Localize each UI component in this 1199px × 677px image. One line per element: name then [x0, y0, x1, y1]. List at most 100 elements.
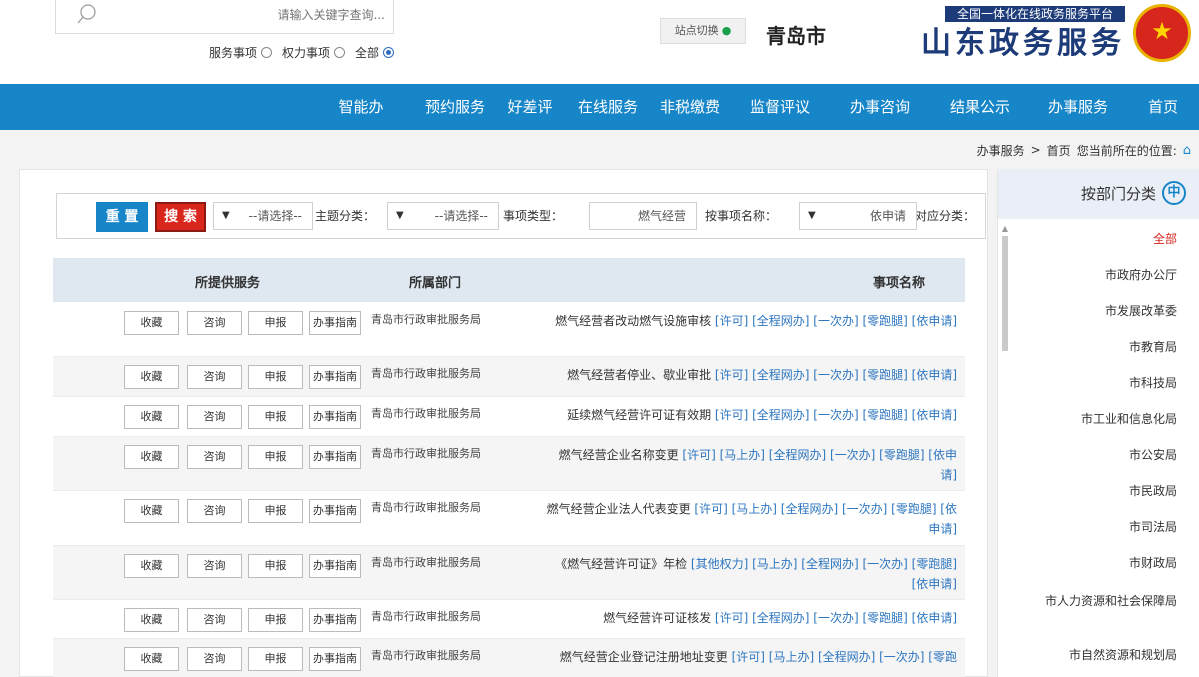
item-name-input[interactable]: 燃气经营: [589, 202, 697, 230]
apply-button[interactable]: 申报: [248, 608, 303, 632]
sidebar-department-item[interactable]: 市司法局: [1017, 519, 1177, 536]
item-title: 延续燃气经营许可证有效期: [567, 408, 712, 422]
favorite-button[interactable]: 收藏: [124, 554, 179, 578]
breadcrumb-current[interactable]: 办事服务: [977, 142, 1025, 159]
favorite-button[interactable]: 收藏: [124, 311, 179, 335]
favorite-button[interactable]: 收藏: [124, 445, 179, 469]
item-department: 青岛市行政审批服务局: [371, 313, 481, 326]
nav-online[interactable]: 在线服务: [570, 84, 646, 130]
theme-label: 主题分类：: [315, 209, 376, 223]
apply-button[interactable]: 申报: [248, 405, 303, 429]
radio-dot[interactable]: [383, 46, 394, 58]
breadcrumb-home[interactable]: 首页: [1047, 142, 1071, 159]
item-tags: [其他权力] [马上办] [全程网办] [一次办] [零跑腿] [依申请]: [690, 557, 957, 591]
favorite-button[interactable]: 收藏: [124, 608, 179, 632]
item-tags: [许可] [马上办] [全程网办] [一次办] [零跑: [731, 650, 957, 664]
guide-button[interactable]: 办事指南: [309, 647, 361, 671]
favorite-button[interactable]: 收藏: [124, 405, 179, 429]
guide-button[interactable]: 办事指南: [309, 608, 361, 632]
sidebar-department-item[interactable]: 市科技局: [1017, 375, 1177, 392]
consult-button[interactable]: 咨询: [187, 499, 242, 523]
category-value: 依申请: [869, 209, 906, 223]
item-name-link[interactable]: 《燃气经营许可证》年检 [其他权力] [马上办] [全程网办] [一次办] [零…: [542, 554, 957, 594]
sidebar-department-item[interactable]: 市政府办公厅: [1017, 267, 1177, 284]
radio-dot[interactable]: [333, 46, 345, 58]
sidebar-department-item[interactable]: 市自然资源和规划局: [1017, 647, 1177, 664]
apply-button[interactable]: 申报: [248, 647, 303, 671]
guide-button[interactable]: 办事指南: [309, 365, 361, 389]
apply-button[interactable]: 申报: [248, 311, 303, 335]
favorite-button[interactable]: 收藏: [124, 499, 179, 523]
item-type-select[interactable]: ▼ --请选择--: [387, 202, 499, 230]
nav-appointment[interactable]: 预约服务: [415, 84, 495, 130]
item-department: 青岛市行政审批服务局: [371, 649, 481, 662]
scroll-up-icon[interactable]: ▲: [1000, 224, 1010, 234]
nav-fees[interactable]: 非税缴费: [652, 84, 728, 130]
consult-button[interactable]: 咨询: [187, 311, 242, 335]
nav-supervise[interactable]: 监督评议: [742, 84, 818, 130]
item-name-link[interactable]: 燃气经营企业登记注册地址变更 [许可] [马上办] [全程网办] [一次办] […: [542, 647, 957, 667]
apply-button[interactable]: 申报: [248, 445, 303, 469]
item-department: 青岛市行政审批服务局: [371, 447, 481, 460]
guide-button[interactable]: 办事指南: [309, 311, 361, 335]
guide-button[interactable]: 办事指南: [309, 445, 361, 469]
item-name-link[interactable]: 燃气经营者停业、歇业审批 [许可] [全程网办] [一次办] [零跑腿] [依申…: [542, 365, 957, 385]
consult-button[interactable]: 咨询: [187, 445, 242, 469]
site-switch-button[interactable]: 站点切换 ●: [660, 18, 746, 44]
scope-service-radio[interactable]: 服务事项: [209, 44, 272, 61]
site-title[interactable]: 山东政务服务: [921, 24, 1125, 64]
consult-button[interactable]: 咨询: [187, 608, 242, 632]
category-select[interactable]: ▼ 依申请: [799, 202, 917, 230]
sidebar-department-item[interactable]: 市人力资源和社会保障局: [1017, 593, 1177, 610]
location-pin-icon: ●: [721, 24, 732, 37]
favorite-button[interactable]: 收藏: [124, 647, 179, 671]
consult-button[interactable]: 咨询: [187, 405, 242, 429]
sidebar-department-item[interactable]: 市财政局: [1017, 555, 1177, 572]
sidebar-department-item[interactable]: 市民政局: [1017, 483, 1177, 500]
sidebar-department-item[interactable]: 市公安局: [1017, 447, 1177, 464]
sidebar-department-item[interactable]: 市教育局: [1017, 339, 1177, 356]
table-row: 燃气经营企业法人代表变更 [许可] [马上办] [全程网办] [一次办] [零跑…: [53, 491, 965, 546]
scope-power-radio[interactable]: 权力事项: [282, 44, 345, 61]
item-name-link[interactable]: 延续燃气经营许可证有效期 [许可] [全程网办] [一次办] [零跑腿] [依申…: [542, 405, 957, 425]
filter-bar: 对应分类： ▼ 依申请 按事项名称： 燃气经营 事项类型： ▼ --请选择-- 主题…: [56, 193, 986, 239]
sidebar-department-item[interactable]: 市工业和信息化局: [1017, 411, 1177, 428]
guide-button[interactable]: 办事指南: [309, 405, 361, 429]
guide-button[interactable]: 办事指南: [309, 499, 361, 523]
apply-button[interactable]: 申报: [248, 554, 303, 578]
consult-button[interactable]: 咨询: [187, 365, 242, 389]
sidebar-scrollbar[interactable]: ▲: [1000, 224, 1010, 354]
theme-select[interactable]: ▼ --请选择--: [213, 202, 313, 230]
consult-button[interactable]: 咨询: [187, 647, 242, 671]
sidebar-department-item[interactable]: 全部: [1017, 231, 1177, 248]
apply-button[interactable]: 申报: [248, 499, 303, 523]
nav-results[interactable]: 结果公示: [942, 84, 1018, 130]
guide-button[interactable]: 办事指南: [309, 554, 361, 578]
consult-button[interactable]: 咨询: [187, 554, 242, 578]
nav-rating[interactable]: 好差评: [500, 84, 560, 130]
main-nav: 首页 办事服务 结果公示 办事咨询 监督评议 非税缴费 在线服务 好差评 预约服…: [0, 84, 1199, 130]
item-title: 燃气经营企业登记注册地址变更: [559, 650, 728, 664]
item-name-link[interactable]: 燃气经营企业法人代表变更 [许可] [马上办] [全程网办] [一次办] [零跑…: [542, 499, 957, 539]
item-name-link[interactable]: 燃气经营企业名称变更 [许可] [马上办] [全程网办] [一次办] [零跑腿]…: [542, 445, 957, 485]
scroll-thumb[interactable]: [1002, 236, 1008, 351]
item-name-link[interactable]: 燃气经营许可证核发 [许可] [全程网办] [一次办] [零跑腿] [依申请]: [542, 608, 957, 628]
sidebar-department-item[interactable]: 市发展改革委: [1017, 303, 1177, 320]
search-input[interactable]: [145, 8, 385, 22]
nav-consult[interactable]: 办事咨询: [842, 84, 918, 130]
item-title: 燃气经营者停业、歇业审批: [567, 368, 712, 382]
search-icon[interactable]: [76, 2, 100, 26]
search-button[interactable]: 搜 索: [155, 202, 206, 232]
favorite-button[interactable]: 收藏: [124, 365, 179, 389]
apply-button[interactable]: 申报: [248, 365, 303, 389]
item-name-link[interactable]: 燃气经营者改动燃气设施审核 [许可] [全程网办] [一次办] [零跑腿] [依…: [542, 311, 957, 331]
nav-home[interactable]: 首页: [1140, 84, 1186, 130]
department-sidebar: 中 按部门分类 ▲ 全部市政府办公厅 市发展改革委 市教育局市科技局市工业和信息化局…: [997, 169, 1199, 677]
scope-all-radio[interactable]: 全部: [355, 44, 394, 61]
national-emblem-icon: [1133, 4, 1191, 62]
reset-button[interactable]: 重 置: [96, 202, 148, 232]
radio-dot[interactable]: [260, 46, 272, 58]
nav-smart[interactable]: 智能办: [328, 84, 394, 130]
nav-services[interactable]: 办事服务: [1040, 84, 1116, 130]
sidebar-header: 中 按部门分类: [998, 169, 1199, 219]
